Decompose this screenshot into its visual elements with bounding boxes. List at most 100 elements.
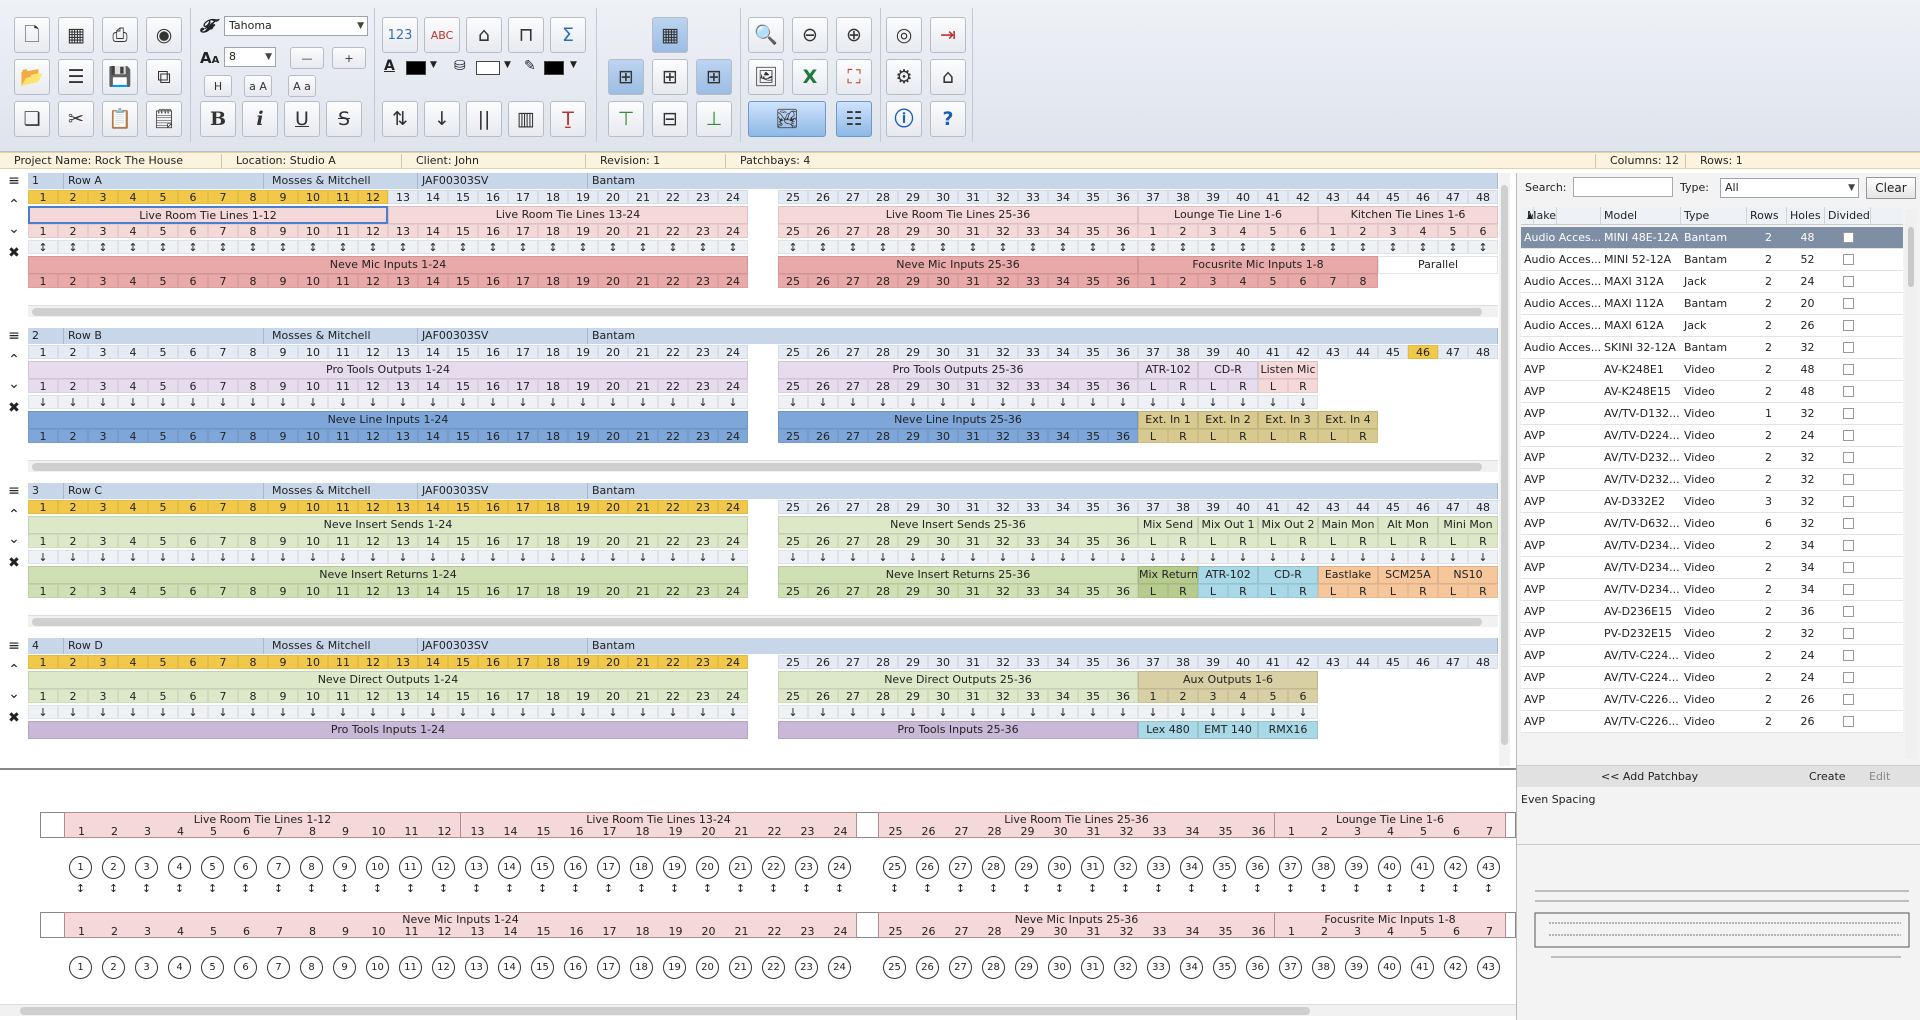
normal-arrow[interactable]: ↓ — [598, 395, 628, 409]
library-row[interactable]: AVP AV/TV-D234... Video 2 34 — [1521, 579, 1903, 601]
preview-jack[interactable]: 35 — [1213, 956, 1236, 979]
jack-label[interactable]: Neve Insert Returns 1-24 — [28, 566, 748, 584]
strikethrough-button[interactable]: S — [326, 101, 362, 137]
normal-arrow[interactable]: ↓ — [868, 705, 898, 719]
normal-arrow[interactable]: ↓ — [838, 550, 868, 564]
jack-label[interactable]: Pro Tools Inputs 25-36 — [778, 721, 1138, 739]
normal-arrow[interactable]: ↓ — [808, 705, 838, 719]
patchbay-header[interactable]: 4 Row D Mosses & Mitchell JAF00303SV Bantam — [28, 638, 1498, 654]
normal-arrow[interactable]: ↕ — [568, 240, 598, 254]
preview-jack[interactable]: 21 — [729, 956, 752, 979]
normal-arrow[interactable]: ↓ — [508, 395, 538, 409]
preview-horizontal-scrollbar[interactable] — [0, 1004, 1516, 1016]
normal-arrow[interactable]: ↓ — [928, 550, 958, 564]
normal-arrow[interactable]: ↓ — [628, 705, 658, 719]
normal-arrow[interactable]: ↓ — [1198, 550, 1228, 564]
normal-arrow[interactable]: ↓ — [418, 395, 448, 409]
jack-label[interactable]: Ext. In 2 — [1198, 411, 1258, 429]
preview-jack[interactable]: 3 — [135, 956, 158, 979]
preview-jack[interactable]: 10 — [366, 856, 389, 879]
preview-jack[interactable]: 2 — [102, 956, 125, 979]
patchbay-header[interactable]: 2 Row B Mosses & Mitchell JAF00303SV Bantam — [28, 328, 1498, 344]
preview-jack[interactable]: 31 — [1081, 956, 1104, 979]
normal-arrow[interactable]: ↕ — [598, 240, 628, 254]
normal-arrow[interactable]: ↕ — [658, 240, 688, 254]
col-make[interactable]: Make ▲ — [1521, 207, 1601, 225]
normal-arrow[interactable]: ↓ — [238, 705, 268, 719]
normal-arrow[interactable]: ↓ — [388, 705, 418, 719]
normal-arrow[interactable]: ↓ — [718, 550, 748, 564]
col-holes[interactable]: Holes — [1787, 207, 1825, 225]
normal-arrow[interactable]: ↕ — [298, 240, 328, 254]
clear-format-icon[interactable]: Ṯ — [550, 101, 586, 137]
preview-jack[interactable]: 42 — [1444, 956, 1467, 979]
normal-arrow[interactable]: ↓ — [1078, 395, 1108, 409]
normal-arrow[interactable]: ↓ — [1288, 395, 1318, 409]
normal-arrow[interactable]: ↓ — [1468, 550, 1498, 564]
sheet-view-icon[interactable]: ☷ — [836, 101, 872, 137]
normal-arrow[interactable]: ↓ — [628, 550, 658, 564]
normal-arrow[interactable]: ↕ — [1198, 240, 1228, 254]
library-row[interactable]: AVP AV-K248E1 Video 2 48 — [1521, 359, 1903, 381]
normal-arrow[interactable]: ↕ — [388, 240, 418, 254]
normal-arrow[interactable]: ↕ — [1048, 240, 1078, 254]
preview-jack[interactable]: 20 — [696, 856, 719, 879]
normal-arrow[interactable]: ↓ — [418, 550, 448, 564]
normal-arrow[interactable]: ↓ — [1108, 550, 1138, 564]
normal-arrow[interactable]: ↕ — [958, 240, 988, 254]
divided-checkbox[interactable] — [1843, 518, 1854, 529]
normal-arrow[interactable]: ↓ — [298, 395, 328, 409]
normal-arrow[interactable]: ↓ — [148, 395, 178, 409]
normal-arrow[interactable]: ↕ — [838, 240, 868, 254]
normal-arrow[interactable]: ↓ — [718, 395, 748, 409]
divided-checkbox[interactable] — [1843, 474, 1854, 485]
normal-arrow[interactable]: ↓ — [808, 395, 838, 409]
preview-jack[interactable]: 8 — [300, 856, 323, 879]
normal-arrow[interactable]: ↓ — [508, 550, 538, 564]
list-icon[interactable]: ☰ — [58, 59, 94, 95]
hierarchy-icon[interactable]: ⊓ — [508, 17, 544, 53]
patchbay-header[interactable]: 3 Row C Mosses & Mitchell JAF00303SV Bantam — [28, 483, 1498, 499]
jack-label[interactable]: Pro Tools Outputs 1-24 — [28, 361, 748, 379]
divided-checkbox[interactable] — [1843, 496, 1854, 507]
normal-arrow[interactable]: ↓ — [988, 395, 1018, 409]
jack-label[interactable]: ATR-102 — [1138, 361, 1198, 379]
preview-jack[interactable]: 43 — [1477, 856, 1500, 879]
divided-checkbox[interactable] — [1843, 606, 1854, 617]
normal-arrow[interactable]: ↓ — [358, 395, 388, 409]
normal-arrow[interactable]: ↕ — [58, 240, 88, 254]
library-row[interactable]: Audio Acces... MAXI 612A Jack 2 26 — [1521, 315, 1903, 337]
normal-arrow[interactable]: ↓ — [1018, 395, 1048, 409]
preview-jack[interactable]: 34 — [1180, 856, 1203, 879]
normal-arrow[interactable]: ↕ — [1288, 240, 1318, 254]
preview-jack[interactable]: 40 — [1378, 956, 1401, 979]
open-folder-icon[interactable]: 📂 — [14, 59, 50, 95]
jack-label[interactable]: Live Room Tie Lines 13-24 — [388, 206, 748, 224]
line-color-dropdown-icon[interactable]: ▼ — [570, 60, 577, 70]
jack-label[interactable]: Eastlake — [1318, 566, 1378, 584]
normal-arrow[interactable]: ↕ — [1318, 240, 1348, 254]
spreadsheet-icon[interactable]: ▦ — [58, 17, 94, 53]
preview-jack[interactable]: 10 — [366, 956, 389, 979]
move-down-icon[interactable]: ⌄ — [2, 221, 26, 237]
text-style-icon[interactable]: ⌂ — [466, 17, 502, 53]
lowercase-button[interactable]: a A — [244, 75, 272, 97]
delete-patchbay-icon[interactable]: ✖ — [2, 400, 26, 416]
library-scroll-thumb[interactable] — [1908, 227, 1914, 287]
jack-label[interactable]: NS10 — [1438, 566, 1498, 584]
library-row[interactable]: AVP AV/TV-D234... Video 2 34 — [1521, 557, 1903, 579]
normal-arrow[interactable]: ↓ — [418, 705, 448, 719]
col-divided[interactable]: Divided — [1825, 207, 1871, 225]
normal-arrow[interactable]: ↓ — [1048, 705, 1078, 719]
normal-arrow[interactable]: ↓ — [538, 550, 568, 564]
normal-arrow[interactable]: ↓ — [88, 395, 118, 409]
normal-arrow[interactable]: ↕ — [1018, 240, 1048, 254]
normal-arrow[interactable]: ↓ — [58, 550, 88, 564]
divided-checkbox[interactable] — [1843, 628, 1854, 639]
preview-jack[interactable]: 6 — [234, 956, 257, 979]
col-model[interactable]: Model — [1601, 207, 1681, 225]
normal-arrow[interactable]: ↓ — [628, 395, 658, 409]
home-icon[interactable]: ⌂ — [930, 59, 966, 95]
normal-arrow[interactable]: ↓ — [1138, 705, 1168, 719]
export-excel-icon[interactable]: X — [792, 59, 828, 95]
